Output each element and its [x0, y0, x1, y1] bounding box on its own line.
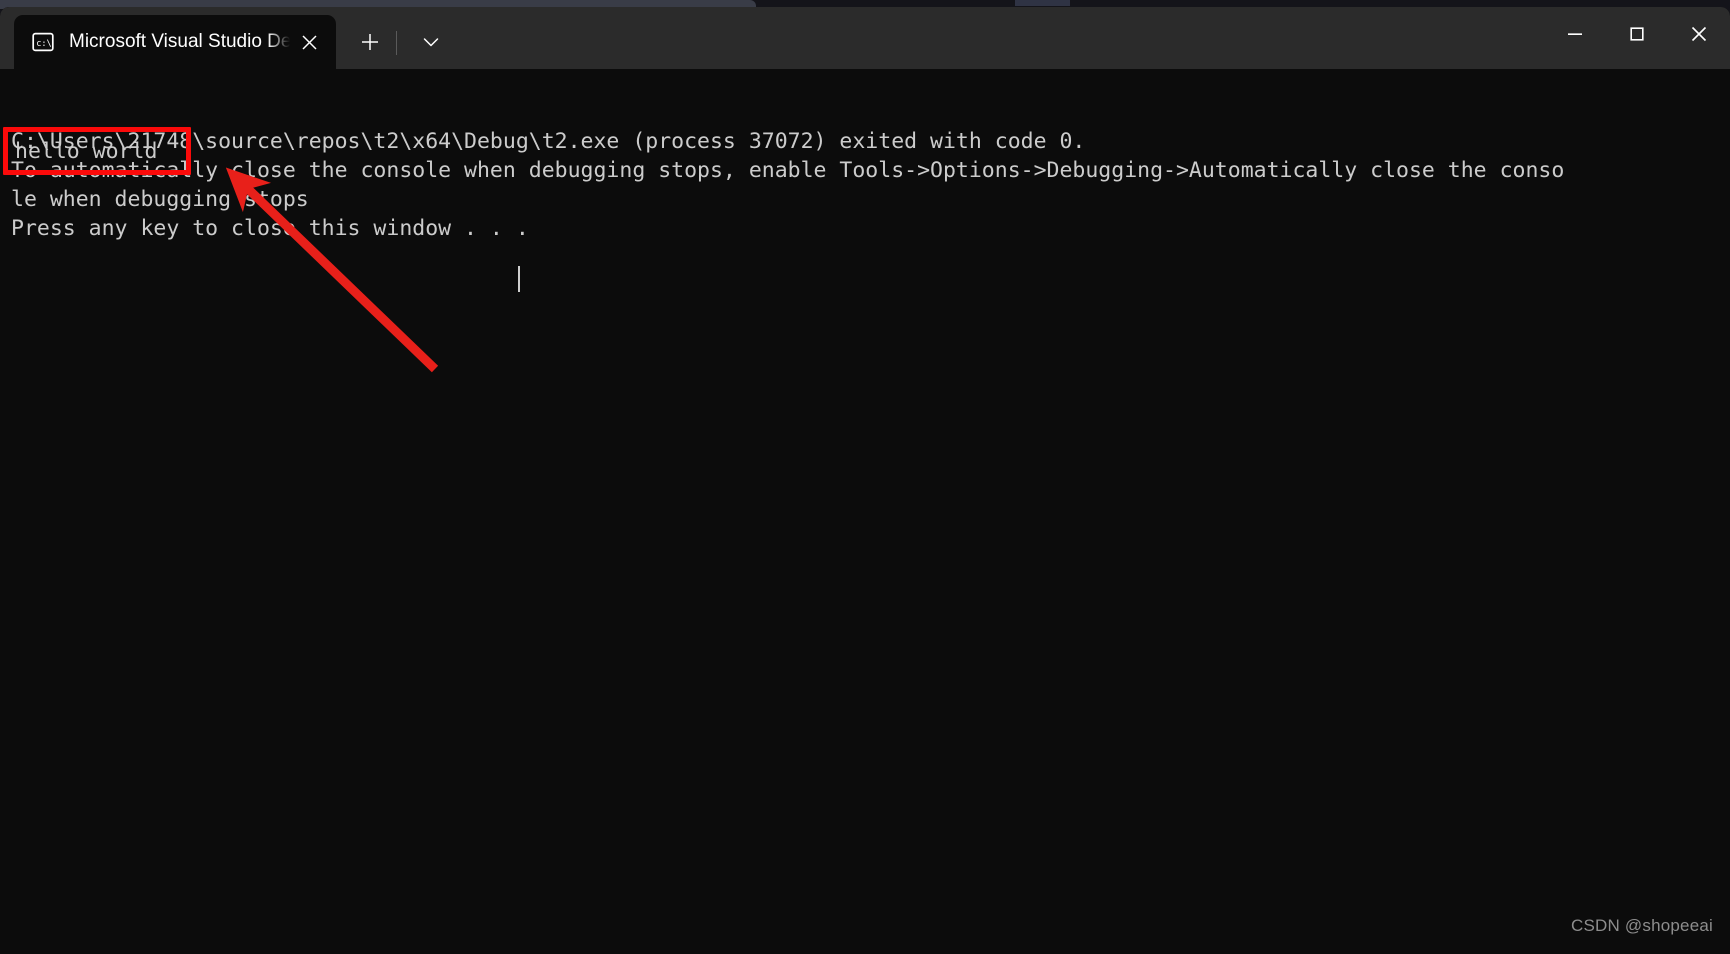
terminal-body[interactable]: hello world C:\Users\21748\source\repos\…: [0, 69, 1730, 954]
tab-microsoft-visual-studio-debug-console[interactable]: c:\ Microsoft Visual Studio Debug: [14, 15, 336, 69]
tab-strip: c:\ Microsoft Visual Studio Debug: [0, 7, 1544, 69]
terminal-window: c:\ Microsoft Visual Studio Debug: [0, 7, 1730, 954]
annotation-highlight-box: [3, 127, 191, 175]
text-cursor: [518, 266, 520, 292]
console-cmd-icon: c:\: [31, 30, 55, 54]
window-titlebar: c:\ Microsoft Visual Studio Debug: [0, 7, 1730, 69]
close-button[interactable]: [1668, 7, 1730, 61]
maximize-button[interactable]: [1606, 7, 1668, 61]
screenshot-root: c:\ Microsoft Visual Studio Debug: [0, 0, 1730, 954]
minimize-button[interactable]: [1544, 7, 1606, 61]
console-output-text: C:\Users\21748\source\repos\t2\x64\Debug…: [11, 129, 1565, 241]
tab-close-icon[interactable]: [290, 23, 328, 61]
toolbar-divider: [396, 31, 397, 55]
tab-dropdown-chevron-down-icon[interactable]: [411, 19, 451, 65]
svg-text:c:\: c:\: [36, 39, 52, 49]
new-tab-button[interactable]: [350, 19, 390, 65]
window-controls: [1544, 7, 1730, 69]
tab-title: Microsoft Visual Studio Debug: [69, 31, 290, 52]
watermark-text: CSDN @shopeeai: [1571, 916, 1713, 935]
background-window-strip-secondary: [1015, 0, 1070, 6]
